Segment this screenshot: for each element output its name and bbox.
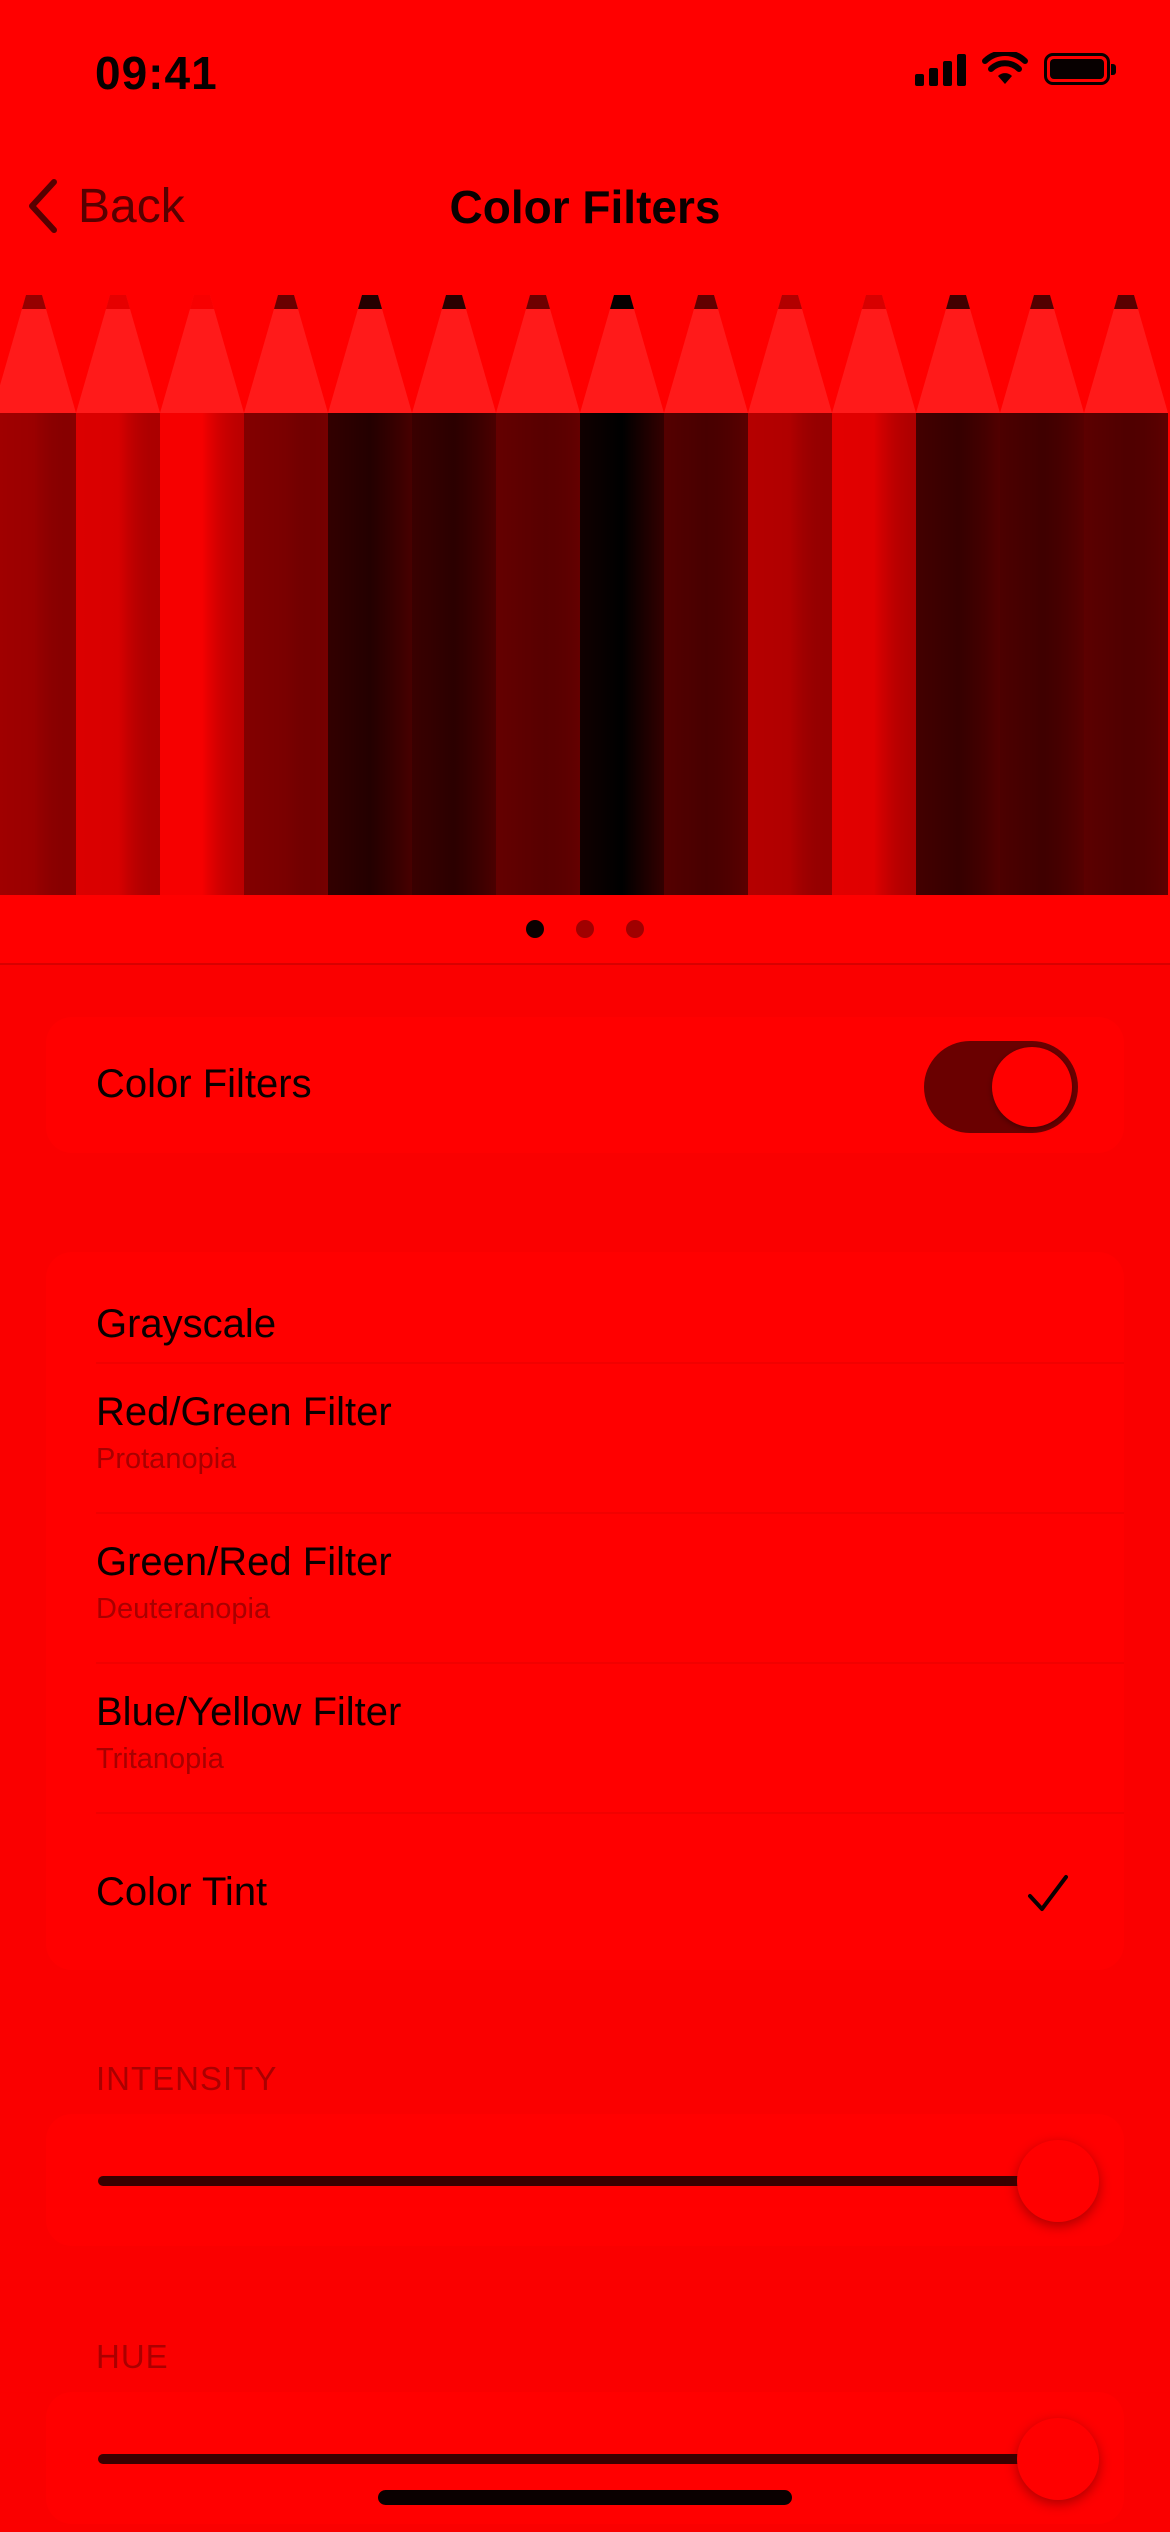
intensity-slider-row	[46, 2114, 1124, 2246]
color-filters-toggle-row: Color Filters	[46, 1017, 1124, 1153]
colored-pencils-illustration[interactable]	[0, 280, 1170, 895]
wifi-icon	[982, 52, 1028, 84]
filter-option-label: Red/Green Filter	[96, 1390, 392, 1434]
pencil	[76, 295, 160, 895]
color-filters-switch[interactable]	[924, 1041, 1078, 1133]
pencil	[244, 295, 328, 895]
pencil	[412, 295, 496, 895]
cellular-signal-icon	[915, 52, 966, 86]
status-icons	[915, 52, 1116, 86]
intensity-slider-knob[interactable]	[1017, 2140, 1099, 2222]
filter-option-grayscale[interactable]: Grayscale	[46, 1252, 1124, 1364]
filter-option-sublabel: Protanopia	[96, 1443, 237, 1475]
filter-option-label: Green/Red Filter	[96, 1540, 392, 1584]
filter-option-label: Blue/Yellow Filter	[96, 1690, 402, 1734]
back-button[interactable]: Back	[24, 176, 185, 236]
page-dot-3[interactable]	[626, 920, 644, 938]
pencil	[664, 295, 748, 895]
home-indicator[interactable]	[378, 2490, 792, 2505]
hue-slider-knob[interactable]	[1017, 2418, 1099, 2500]
filter-option-label: Color Tint	[96, 1870, 268, 1914]
navigation-bar: Back Color Filters	[0, 150, 1170, 280]
filter-option-color-tint[interactable]: Color Tint	[46, 1814, 1124, 1970]
filter-option-sublabel: Tritanopia	[96, 1743, 224, 1775]
filter-option-red-green[interactable]: Red/Green Filter Protanopia	[46, 1364, 1124, 1514]
filter-option-green-red[interactable]: Green/Red Filter Deuteranopia	[46, 1514, 1124, 1664]
pencil	[160, 295, 244, 895]
color-filters-screen: 09:41 Back Color Filters Color Filters G…	[0, 0, 1170, 2532]
status-time: 09:41	[95, 47, 218, 99]
status-bar: 09:41	[0, 0, 1170, 150]
pencil	[496, 295, 580, 895]
pencil	[748, 295, 832, 895]
hue-section-header: HUE	[96, 2338, 169, 2375]
filter-option-sublabel: Deuteranopia	[96, 1593, 271, 1625]
filter-options-list: Grayscale Red/Green Filter Protanopia Gr…	[46, 1252, 1124, 1970]
filter-option-label: Grayscale	[96, 1302, 277, 1346]
pencil	[832, 295, 916, 895]
hue-slider-track[interactable]	[98, 2454, 1058, 2464]
intensity-section-header: INTENSITY	[96, 2060, 278, 2097]
pencil	[916, 295, 1000, 895]
page-dot-1[interactable]	[526, 920, 544, 938]
color-filters-toggle-label: Color Filters	[96, 1062, 312, 1106]
switch-knob	[992, 1047, 1072, 1127]
battery-icon	[1044, 53, 1116, 85]
back-label: Back	[78, 179, 185, 233]
page-dot-2[interactable]	[576, 920, 594, 938]
pencil	[1084, 295, 1168, 895]
chevron-left-icon	[29, 179, 57, 233]
intensity-slider-track[interactable]	[98, 2176, 1058, 2186]
page-control[interactable]	[0, 895, 1170, 965]
filter-option-blue-yellow[interactable]: Blue/Yellow Filter Tritanopia	[46, 1664, 1124, 1814]
pencil	[580, 295, 664, 895]
pencil	[0, 295, 76, 895]
pencil	[1000, 295, 1084, 895]
checkmark-icon	[1028, 1875, 1068, 1911]
pencil	[328, 295, 412, 895]
